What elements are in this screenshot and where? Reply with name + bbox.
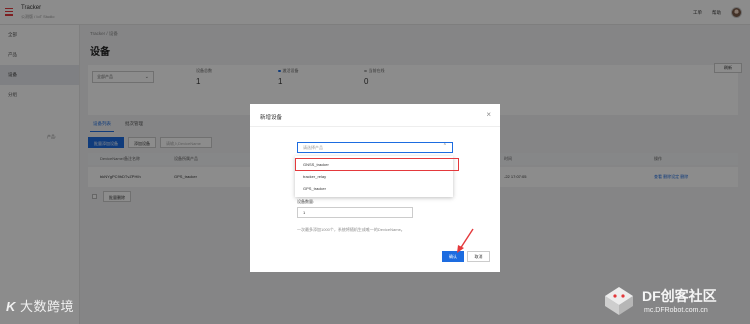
close-icon[interactable]: × <box>486 110 491 119</box>
annotation-arrow-icon <box>457 228 474 253</box>
option-gps-tracker[interactable]: GPS_tracker <box>295 183 453 195</box>
product-select-placeholder: 请选择产品 <box>303 145 323 150</box>
watermark-left-logo-icon: K <box>6 299 20 314</box>
modal-title: 新增设备 <box>260 115 283 121</box>
product-label: 产品: <box>47 134 57 139</box>
quantity-field[interactable]: 1 <box>297 207 413 218</box>
chevron-up-icon: ⌃ <box>442 143 447 149</box>
option-tracker-relay[interactable]: tracker_relay <box>295 171 453 183</box>
watermark-left: K 大数跨境 <box>6 296 74 315</box>
highlight-annotation <box>295 158 459 171</box>
robot-logo-icon <box>605 287 633 315</box>
watermark-right: DF创客社区 mc.DFRobot.com.cn <box>598 282 746 322</box>
watermark-left-text: 大数跨境 <box>20 299 75 314</box>
watermark-right-title: DF创客社区 <box>642 288 717 304</box>
watermark-right-url: mc.DFRobot.com.cn <box>644 307 708 314</box>
quantity-label: 设备数量: <box>297 199 315 204</box>
product-select[interactable]: 请选择产品 ⌃ <box>297 142 453 153</box>
modal-divider <box>250 126 500 127</box>
quantity-hint: 一次最多添加1000个，系统将随机生成唯一的DeviceName。 <box>297 227 405 232</box>
